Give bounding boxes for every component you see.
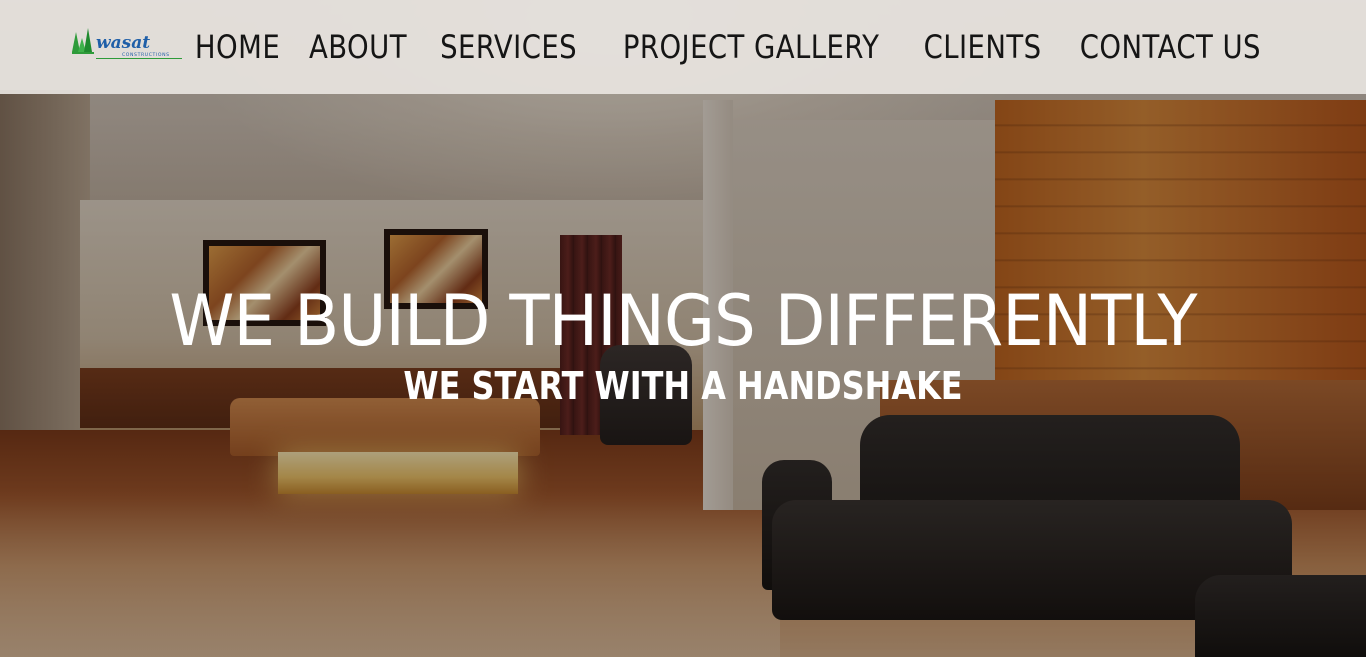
svg-text:CONSTRUCTIONS: CONSTRUCTIONS [122,52,170,58]
svg-text:wasat: wasat [96,33,150,53]
nav-home[interactable]: HOME [195,28,280,66]
nav-about[interactable]: ABOUT [309,28,407,66]
site-header: wasat CONSTRUCTIONS HOME ABOUT SERVICES … [0,0,1366,94]
nav-project-gallery[interactable]: PROJECT GALLERY [623,28,879,66]
nav-services[interactable]: SERVICES [440,28,577,66]
hero-headline: WE BUILD THINGS DIFFERENTLY [169,280,1197,362]
logo-icon: wasat CONSTRUCTIONS [72,28,182,59]
hero-subheadline: WE START WITH A HANDSHAKE [403,364,963,408]
nav-clients[interactable]: CLIENTS [924,28,1042,66]
site-logo[interactable]: wasat CONSTRUCTIONS [70,26,186,62]
main-nav: HOME ABOUT SERVICES PROJECT GALLERY CLIE… [195,0,1268,94]
page: wasat CONSTRUCTIONS HOME ABOUT SERVICES … [0,0,1366,657]
nav-contact-us[interactable]: CONTACT US [1080,28,1261,66]
